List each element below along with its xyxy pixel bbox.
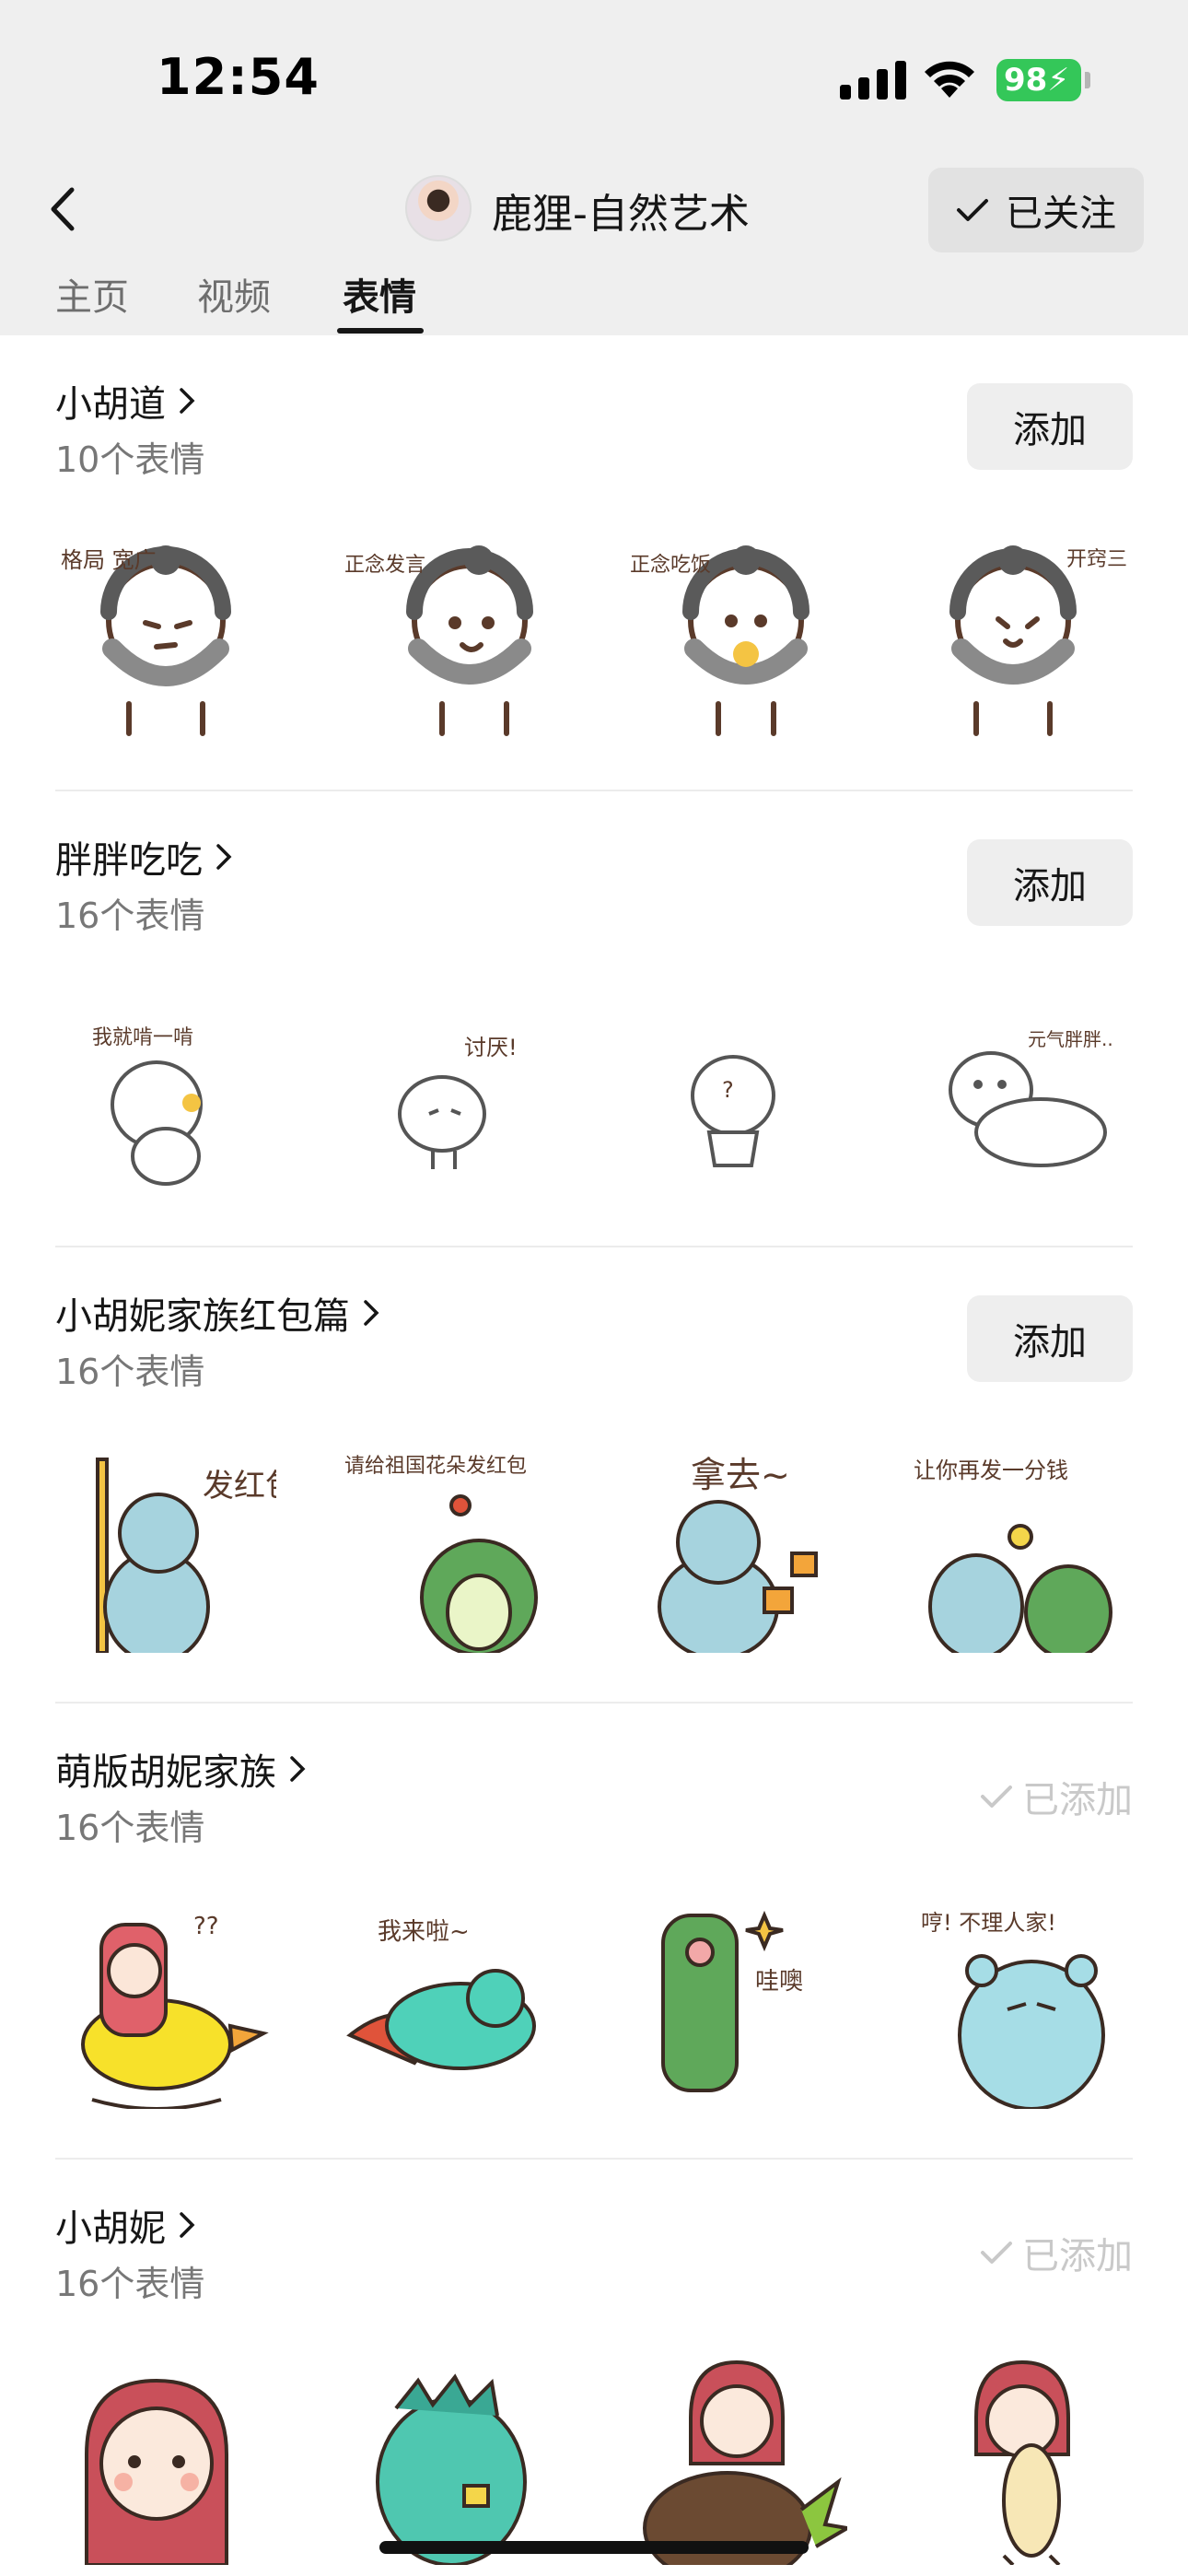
sticker[interactable]: 发红包	[55, 1432, 297, 1664]
sticker-caption: 拿去~	[691, 1455, 790, 1495]
sticker[interactable]: 讨厌!	[341, 976, 562, 1197]
sticker-caption: 讨厌!	[464, 1035, 518, 1060]
pack-title-link[interactable]: 萌版胡妮家族	[55, 1742, 308, 1796]
sticker-caption: 正念发言	[344, 554, 425, 577]
pack-title-link[interactable]: 小胡妮	[55, 2198, 197, 2252]
pack-title: 小胡妮	[55, 2207, 166, 2250]
chevron-right-icon	[180, 388, 195, 414]
sticker-caption: 请给祖国花朵发红包	[344, 1455, 527, 1478]
checkmark-icon	[981, 2242, 1012, 2264]
sticker[interactable]: 元气胖胖..	[912, 976, 1133, 1197]
sticker-row: ?? 我来啦~ 哇噢 哼! 不理人家!	[55, 1888, 1133, 2127]
sticker[interactable]: 我来啦~	[341, 1888, 562, 2109]
profile-name[interactable]: 鹿狸-自然艺术	[492, 181, 750, 240]
tab-home[interactable]: 主页	[55, 267, 129, 321]
sticker-pack: 小胡妮家族红包篇 16个表情 添加 发红包 请给祖国花朵发红包	[55, 1247, 1133, 1704]
sticker-pack-list: 小胡道 10个表情 添加 格局 宽广 正念发言 正念吃饭 开窍三 胖胖吃吃 16…	[0, 335, 1188, 2576]
pack-title: 小胡道	[55, 383, 166, 426]
avatar[interactable]	[405, 175, 472, 241]
sticker[interactable]: ??	[55, 1888, 276, 2111]
charging-bolt-icon: ⚡	[1047, 62, 1070, 99]
sticker[interactable]: 拿去~	[626, 1432, 847, 1660]
pack-count: 16个表情	[55, 1808, 205, 1848]
sticker[interactable]: 请给祖国花朵发红包	[341, 1432, 562, 1657]
pack-title-link[interactable]: 小胡妮家族红包篇	[55, 1286, 381, 1340]
add-button[interactable]: 添加	[967, 839, 1133, 926]
sticker[interactable]	[626, 2344, 853, 2576]
pack-title: 萌版胡妮家族	[55, 1751, 276, 1794]
sticker-pack: 萌版胡妮家族 16个表情 已添加 ?? 我来啦~ 哇噢 哼! 不理人家!	[55, 1704, 1133, 2160]
checkmark-icon	[981, 1786, 1012, 1808]
chevron-right-icon	[290, 1756, 306, 1782]
tab-videos[interactable]: 视频	[197, 267, 271, 321]
chevron-right-icon	[216, 844, 232, 870]
sticker[interactable]: 格局 宽广	[55, 520, 276, 741]
back-arrow-icon[interactable]	[37, 177, 92, 241]
sticker-caption: 格局 宽广	[61, 547, 157, 573]
add-button[interactable]: 添加	[967, 383, 1133, 470]
sticker-caption: 开窍三	[1066, 548, 1127, 571]
pack-title-link[interactable]: 胖胖吃吃	[55, 830, 234, 884]
top-bar: 12:54 98⚡ 鹿狸-自然艺术 已关注 主页 视频 表情	[0, 0, 1188, 335]
sticker[interactable]: 哼! 不理人家!	[912, 1888, 1133, 2111]
sticker-row: 我就啃一啃 讨厌! ? 元气胖胖..	[55, 976, 1133, 1215]
added-status: 已添加	[980, 2226, 1133, 2279]
tab-bar: 主页 视频 表情	[0, 267, 1188, 335]
sticker-caption: 哼! 不理人家!	[921, 1910, 1056, 1936]
sticker-caption: 发红包	[203, 1468, 276, 1505]
battery-cap	[1085, 72, 1090, 88]
pack-count: 16个表情	[55, 896, 205, 936]
sticker[interactable]: 我就啃一啃	[55, 976, 276, 1197]
status-time: 12:54	[157, 48, 320, 106]
sticker[interactable]: ?	[626, 976, 847, 1197]
chevron-right-icon	[180, 2212, 195, 2238]
tab-stickers[interactable]: 表情	[343, 267, 416, 321]
pack-count: 16个表情	[55, 1352, 205, 1392]
sticker-pack: 小胡道 10个表情 添加 格局 宽广 正念发言 正念吃饭 开窍三	[55, 335, 1133, 791]
sticker[interactable]: 开窍三	[912, 520, 1133, 741]
wifi-icon	[925, 61, 974, 98]
sticker-row: 发红包 请给祖国花朵发红包 拿去~ 让你再发一分钱	[55, 1432, 1133, 1671]
pack-title: 小胡妮家族红包篇	[55, 1295, 350, 1338]
added-label: 已添加	[1022, 2235, 1133, 2277]
battery-indicator: 98⚡	[996, 59, 1081, 101]
sticker[interactable]	[55, 2344, 276, 2567]
sticker[interactable]	[341, 2344, 562, 2567]
home-indicator[interactable]	[379, 2541, 809, 2554]
sticker[interactable]: 哇噢	[626, 1888, 847, 2109]
sticker-caption: ?	[722, 1077, 734, 1103]
chevron-right-icon	[364, 1300, 379, 1326]
sticker-pack: 小胡妮 16个表情 已添加	[55, 2160, 1133, 2576]
cellular-signal-icon	[840, 61, 906, 100]
sticker-caption: 元气胖胖..	[1028, 1028, 1113, 1050]
added-label: 已添加	[1022, 1779, 1133, 1821]
sticker[interactable]: 正念吃饭	[626, 520, 847, 741]
tab-active-indicator	[337, 328, 424, 334]
checkmark-icon	[957, 199, 988, 221]
sticker-pack: 胖胖吃吃 16个表情 添加 我就啃一啃 讨厌! ? 元气胖胖..	[55, 791, 1133, 1247]
sticker-caption: 正念吃饭	[630, 554, 711, 577]
sticker-row: 格局 宽广 正念发言 正念吃饭 开窍三	[55, 520, 1133, 759]
sticker[interactable]	[912, 2344, 1133, 2567]
pack-count: 10个表情	[55, 439, 205, 480]
sticker-caption: 让你再发一分钱	[914, 1458, 1068, 1483]
added-status: 已添加	[980, 1770, 1133, 1823]
sticker-caption: 我来啦~	[378, 1918, 470, 1946]
add-button[interactable]: 添加	[967, 1295, 1133, 1382]
pack-title-link[interactable]: 小胡道	[55, 374, 197, 427]
pack-count: 16个表情	[55, 2264, 205, 2304]
follow-button[interactable]: 已关注	[928, 168, 1144, 252]
sticker[interactable]: 正念发言	[341, 520, 562, 741]
sticker-caption: ??	[193, 1913, 219, 1940]
sticker[interactable]: 让你再发一分钱	[912, 1432, 1133, 1660]
sticker-caption: 我就啃一啃	[92, 1026, 193, 1049]
battery-level: 98	[1004, 62, 1048, 99]
follow-label: 已关注	[1006, 193, 1116, 235]
sticker-caption: 哇噢	[755, 1968, 803, 1996]
pack-title: 胖胖吃吃	[55, 839, 203, 882]
